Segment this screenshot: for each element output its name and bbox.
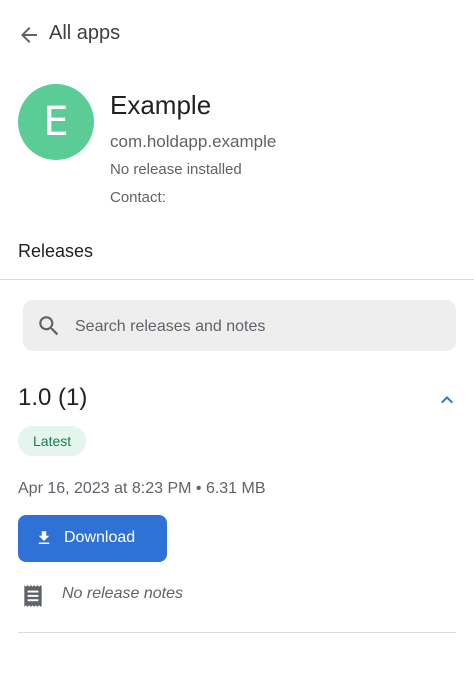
- release-divider: [18, 632, 456, 633]
- app-package-name: com.holdapp.example: [110, 132, 277, 151]
- back-button[interactable]: [14, 20, 44, 50]
- chevron-up-icon: [441, 396, 453, 404]
- releases-heading: Releases: [18, 241, 94, 261]
- collapse-release-button[interactable]: [433, 386, 461, 414]
- search-input[interactable]: [73, 300, 447, 353]
- search-icon: [39, 316, 59, 336]
- app-name: Example: [110, 90, 212, 120]
- release-notes: No release notes: [62, 585, 183, 602]
- download-icon: [38, 531, 50, 544]
- install-status: No release installed: [110, 161, 242, 178]
- section-divider: [0, 279, 474, 280]
- top-bar: All apps: [0, 0, 474, 68]
- page-title[interactable]: All apps: [49, 22, 120, 45]
- arrow-left-icon: [21, 27, 37, 43]
- search-bar[interactable]: [23, 300, 456, 353]
- app-details-page: All apps E Example com.holdapp.example N…: [0, 0, 474, 676]
- app-avatar: E: [18, 84, 94, 160]
- release-version: 1.0 (1): [18, 384, 88, 411]
- notes-icon: [24, 585, 42, 607]
- avatar-letter: E: [43, 99, 69, 145]
- contact-label: Contact:: [110, 189, 166, 206]
- latest-badge: Latest: [18, 426, 87, 456]
- release-meta: Apr 16, 2023 at 8:23 PM • 6.31 MB: [18, 480, 266, 497]
- download-button[interactable]: Download: [18, 515, 167, 562]
- download-label: Download: [64, 529, 136, 546]
